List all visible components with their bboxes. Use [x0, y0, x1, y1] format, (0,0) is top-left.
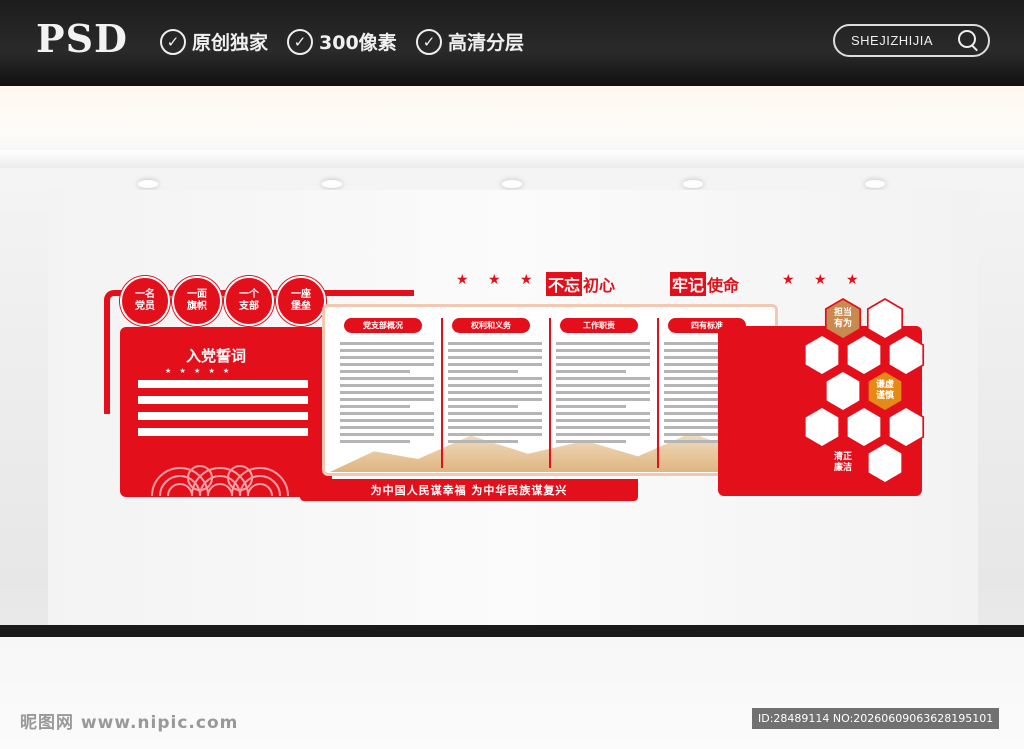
text-line [340, 440, 410, 443]
star-icon: ★ [846, 272, 859, 288]
bottom-slogan: 为中国人民谋幸福 为中华民族谋复兴 [300, 479, 638, 501]
text-line [340, 391, 434, 394]
ceiling-light-icon [502, 180, 522, 188]
headline-part2: 牢记 使命 [670, 272, 739, 296]
text-line [556, 377, 650, 380]
text-line [556, 412, 650, 415]
text-line [556, 356, 650, 359]
text-line [448, 384, 542, 387]
text-line [340, 405, 410, 408]
feature-original: ✓ 原创独家 [160, 28, 268, 55]
text-line [556, 363, 650, 366]
headline-part1: 不忘 初心 [546, 272, 615, 296]
ceiling-light-icon [865, 180, 885, 188]
ceiling-edge [0, 150, 1024, 168]
text-line [556, 405, 626, 408]
text-line [448, 419, 542, 422]
watermark-left: 昵图网 www.nipic.com [20, 713, 239, 733]
star-icon: ★ [814, 272, 827, 288]
text-line [448, 391, 542, 394]
check-icon: ✓ [287, 28, 313, 55]
search-icon [958, 30, 976, 48]
text-line [448, 363, 542, 366]
text-line [448, 440, 518, 443]
badge-fortress: 一座 堡垒 [276, 276, 326, 326]
site-name: SHEJIZHIJIA [851, 33, 934, 48]
oath-text-line [138, 380, 308, 388]
feature-pixels: ✓ 300像素 [287, 28, 397, 55]
star-icon: ★ [782, 272, 795, 288]
text-line [556, 384, 650, 387]
text-line [448, 342, 542, 345]
column-divider [441, 318, 443, 468]
text-line [556, 349, 650, 352]
text-line [448, 356, 542, 359]
text-line [448, 433, 542, 436]
wave-pattern [151, 465, 289, 496]
star-icon: ★ [456, 272, 469, 288]
text-line [448, 349, 542, 352]
text-line [340, 426, 434, 429]
feature-layers: ✓ 高清分层 [416, 28, 524, 55]
text-line [448, 370, 518, 373]
oath-text-line [138, 396, 308, 404]
check-icon: ✓ [416, 28, 442, 55]
feature-label: 300像素 [319, 32, 397, 54]
psd-logo: PSD [36, 16, 128, 61]
text-line [556, 419, 650, 422]
text-line [556, 370, 626, 373]
column-divider [549, 318, 551, 468]
text-line [556, 426, 650, 429]
text-line [340, 349, 434, 352]
badge-branch: 一个 支部 [224, 276, 274, 326]
text-line [340, 384, 434, 387]
oath-stars: ★ ★ ★ ★ ★ [165, 367, 233, 375]
text-line [340, 356, 434, 359]
text-line [340, 433, 434, 436]
baseboard [0, 625, 1024, 637]
text-line [556, 391, 650, 394]
badge-flag: 一面 旗帜 [172, 276, 222, 326]
star-icon: ★ [520, 272, 533, 288]
column-heading: 工作职责 [560, 318, 638, 333]
column-divider [657, 318, 659, 468]
text-line [340, 370, 410, 373]
ceiling-light-icon [322, 180, 342, 188]
text-line [340, 412, 434, 415]
watermark-right: ID:28489114 NO:20260609063628195101 [752, 708, 1000, 729]
text-line [340, 342, 434, 345]
text-line [448, 398, 542, 401]
feature-label: 原创独家 [192, 32, 269, 54]
text-line [340, 419, 434, 422]
column-heading: 党支部概况 [344, 318, 422, 333]
site-search-button[interactable]: SHEJIZHIJIA [833, 24, 990, 57]
badge-party-member: 一名 党员 [120, 276, 170, 326]
text-line [556, 342, 650, 345]
text-line [556, 398, 650, 401]
text-line [556, 440, 626, 443]
text-line [340, 363, 434, 366]
ceiling-light-icon [138, 180, 158, 188]
text-line [340, 377, 434, 380]
oath-text-line [138, 412, 308, 420]
text-line [340, 398, 434, 401]
text-line [448, 377, 542, 380]
text-line [448, 412, 542, 415]
text-line [448, 426, 542, 429]
star-icon: ★ [488, 272, 501, 288]
top-banner: PSD ✓ 原创独家 ✓ 300像素 ✓ 高清分层 SHEJIZHIJIA [0, 0, 1024, 86]
oath-text-line [138, 428, 308, 436]
ceiling-light-icon [683, 180, 703, 188]
check-icon: ✓ [160, 28, 186, 55]
column-heading: 权利和义务 [452, 318, 530, 333]
oath-title: 入党誓词 [186, 347, 247, 365]
feature-label: 高清分层 [448, 32, 525, 54]
text-line [556, 433, 650, 436]
text-line [448, 405, 518, 408]
